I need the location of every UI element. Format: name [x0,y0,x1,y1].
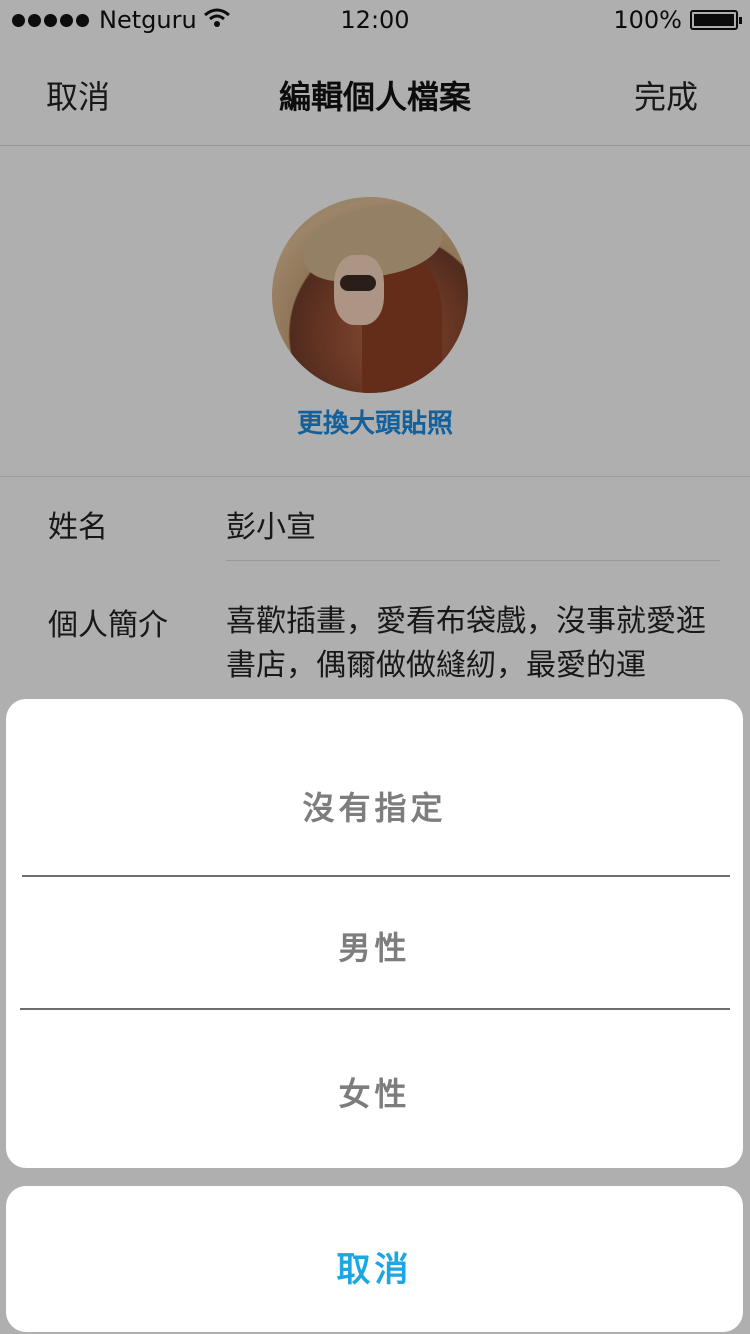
divider [20,1008,730,1010]
option-unspecified[interactable]: 沒有指定 [6,783,743,829]
action-sheet-cancel[interactable]: 取消 [6,1186,743,1332]
edit-profile-screen: Netguru 12:00 100% 取消 編輯個人檔案 完成 更換大頭貼照 姓… [0,0,750,1334]
option-female[interactable]: 女性 [6,1069,743,1115]
cancel-button[interactable]: 取消 [6,1242,743,1291]
option-male[interactable]: 男性 [6,923,743,969]
divider [22,875,730,877]
gender-action-sheet: 沒有指定 男性 女性 [6,699,743,1168]
